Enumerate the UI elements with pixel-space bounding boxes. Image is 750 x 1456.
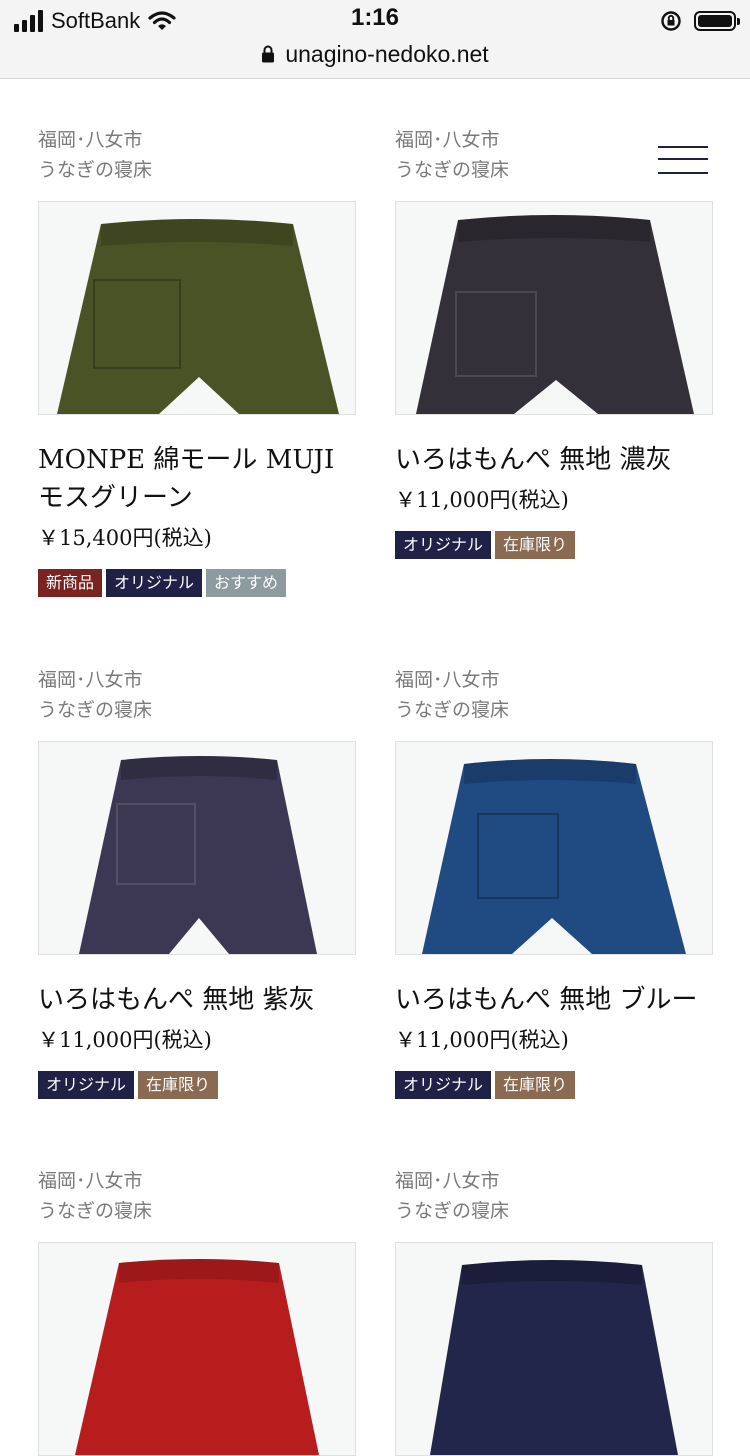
maker-name: うなぎの寝床 (38, 159, 153, 181)
maker-name: うなぎの寝床 (395, 159, 510, 181)
maker-location: 福岡･八女市 (38, 669, 143, 691)
product-price: ￥11,000円(税込) (395, 1028, 569, 1052)
maker-name: うなぎの寝床 (395, 699, 510, 721)
address-bar[interactable]: unagino-nedoko.net (0, 36, 750, 72)
product-price: ￥11,000円(税込) (38, 1028, 212, 1052)
tag-list: オリジナル 在庫限り (38, 1071, 356, 1099)
product-image[interactable] (38, 741, 356, 955)
product-card[interactable]: 福岡･八女市 うなぎの寝床 いろはもんぺ 無地 紫灰 ￥11,000円(税込) … (38, 665, 356, 1099)
tag-limited-stock: 在庫限り (138, 1071, 219, 1099)
tag-original: オリジナル (38, 1071, 135, 1099)
pants-image (430, 1260, 678, 1455)
product-price: ￥15,400円(税込) (38, 526, 212, 550)
product-image[interactable] (395, 201, 713, 415)
product-title[interactable]: いろはもんぺ 無地 濃灰 (395, 441, 713, 479)
tag-original: オリジナル (395, 531, 492, 559)
lock-icon (262, 45, 275, 63)
product-card[interactable]: 福岡･八女市 うなぎの寝床 MONPE 綿モール MUJI モスグリーン ￥15… (38, 125, 356, 597)
maker-name: うなぎの寝床 (395, 1200, 510, 1222)
product-title[interactable]: MONPE 綿モール MUJI モスグリーン (38, 441, 356, 517)
tag-list: 新商品 オリジナル おすすめ (38, 569, 356, 597)
product-image[interactable] (395, 741, 713, 955)
pants-image (75, 1259, 319, 1455)
product-title[interactable]: いろはもんぺ 無地 紫灰 (38, 981, 356, 1019)
tag-new: 新商品 (38, 569, 103, 597)
product-card[interactable]: 福岡･八女市 うなぎの寝床 いろはもんぺ 無地 ブルー ￥11,000円(税込)… (395, 665, 713, 1099)
tag-list: オリジナル 在庫限り (395, 1071, 713, 1099)
product-card[interactable]: 福岡･八女市 うなぎの寝床 いろはもんぺ 無地 濃灰 ￥11,000円(税込) … (395, 125, 713, 559)
battery-icon (694, 11, 740, 31)
pants-image (422, 759, 686, 954)
maker-location: 福岡･八女市 (395, 1170, 500, 1192)
pants-image (57, 219, 339, 414)
maker-location: 福岡･八女市 (38, 1170, 143, 1192)
status-time: 1:16 (350, 4, 400, 31)
product-image[interactable] (38, 201, 356, 415)
tag-recommended: おすすめ (206, 569, 287, 597)
tag-limited-stock: 在庫限り (495, 531, 576, 559)
orientation-lock-icon (661, 11, 681, 31)
maker-name: うなぎの寝床 (38, 699, 153, 721)
maker-name: うなぎの寝床 (38, 1200, 153, 1222)
maker-location: 福岡･八女市 (395, 669, 500, 691)
tag-list: オリジナル 在庫限り (395, 531, 713, 559)
product-card[interactable]: 福岡･八女市 うなぎの寝床 (38, 1166, 356, 1456)
maker-location: 福岡･八女市 (395, 129, 500, 151)
pants-image (79, 756, 317, 954)
product-image[interactable] (38, 1242, 356, 1456)
tag-original: オリジナル (106, 569, 203, 597)
status-right (660, 6, 740, 36)
product-price: ￥11,000円(税込) (395, 488, 569, 512)
product-title[interactable]: いろはもんぺ 無地 ブルー (395, 981, 713, 1019)
pants-image (416, 215, 694, 414)
tag-limited-stock: 在庫限り (495, 1071, 576, 1099)
tag-original: オリジナル (395, 1071, 492, 1099)
product-image[interactable] (395, 1242, 713, 1456)
browser-chrome: SoftBank 1:16 unagino-nedoko.net (0, 0, 750, 79)
maker-location: 福岡･八女市 (38, 129, 143, 151)
url-text: unagino-nedoko.net (285, 40, 489, 67)
product-card[interactable]: 福岡･八女市 うなぎの寝床 (395, 1166, 713, 1456)
